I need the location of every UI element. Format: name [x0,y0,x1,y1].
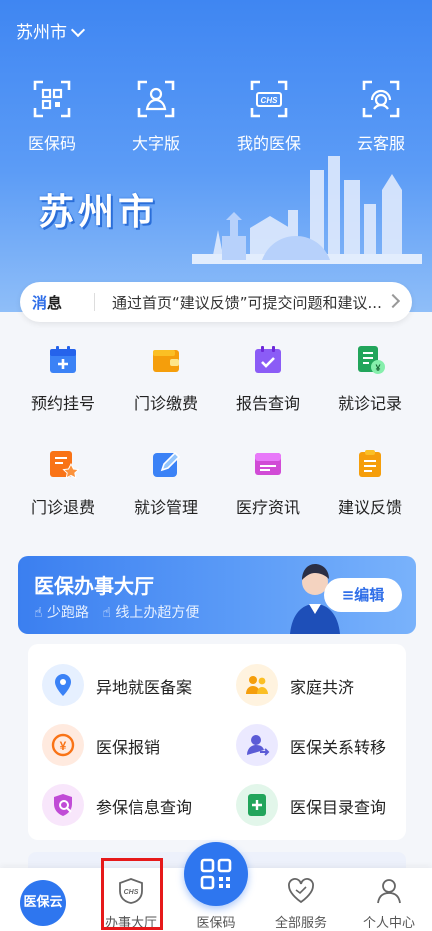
home-logo-button[interactable]: 医保云 [20,880,66,926]
grid-item-report[interactable]: 报告查询 [216,344,320,414]
shield-search-icon[interactable] [52,793,76,817]
refund-star-icon[interactable] [47,448,79,480]
user-icon[interactable] [376,878,402,904]
grid-item-label[interactable]: 就诊管理 [134,498,198,517]
highlight-box [101,858,163,930]
center-qr-label[interactable]: 医保码 [176,912,256,931]
svg-text:CHS: CHS [261,96,279,105]
grid-item-label[interactable]: 预约挂号 [31,394,95,413]
grid-item-label[interactable]: 报告查询 [236,394,300,413]
news-icon[interactable] [252,448,284,480]
tab-all-services[interactable]: 全部服务 [258,868,344,931]
svg-text:¥: ¥ [375,363,380,373]
city-name[interactable]: 苏州市 [16,23,67,43]
customer-service-icon[interactable] [360,78,402,120]
svg-text:¥: ¥ [60,739,67,753]
tab-profile[interactable]: 个人中心 [346,868,432,931]
user-transfer-icon[interactable] [246,733,270,757]
notice-bar[interactable]: 消息 通过首页“建议反馈”可提交问题和建议... [20,282,412,322]
family-icon[interactable] [245,674,269,696]
wallet-icon[interactable] [150,344,182,376]
heart-icon[interactable] [287,878,315,904]
quick-action-customer-service[interactable]: 云客服 [336,78,426,154]
grid-item-appointment[interactable]: 预约挂号 [11,344,115,414]
grid-item-label[interactable]: 医疗资讯 [236,498,300,517]
record-yen-icon[interactable]: ¥ [354,344,386,376]
quick-action-label[interactable]: 医保码 [28,134,76,153]
grid-item-refund[interactable]: 门诊退费 [11,448,115,518]
grid-item-label[interactable]: 就诊记录 [338,394,402,413]
grid-item-outpatient-payment[interactable]: 门诊缴费 [114,344,218,414]
center-qr-button[interactable] [184,842,248,906]
quick-action-large-text[interactable]: 大字版 [111,78,201,154]
grid-item-label[interactable]: 门诊缴费 [134,394,198,413]
city-skyline-illustration [192,156,422,264]
tab-home[interactable]: 医保云 [0,868,86,931]
divider [94,293,95,311]
grid-item-visit-management[interactable]: 就诊管理 [114,448,218,518]
feedback-icon[interactable] [354,448,386,480]
quick-action-qr-code[interactable]: 医保码 [7,78,97,154]
edit-document-icon[interactable] [150,448,182,480]
city-selector[interactable]: 苏州市 [16,18,86,43]
chevron-down-icon[interactable] [70,22,86,38]
grid-item-visit-records[interactable]: ¥ 就诊记录 [318,344,422,414]
quick-action-my-insurance[interactable]: CHS 我的医保 [224,78,314,154]
grid-item-feedback[interactable]: 建议反馈 [318,448,422,518]
hall-title: 医保办事大厅 [34,574,154,598]
qr-code-icon[interactable] [200,858,232,890]
catalog-icon[interactable] [246,793,268,817]
calendar-plus-icon[interactable] [47,344,79,376]
thumbs-up-icon: ☝ [102,605,111,621]
location-pin-icon[interactable] [53,673,73,697]
quick-action-label[interactable]: 大字版 [132,134,180,153]
notice-tag: 消息 [32,294,63,312]
header-banner: 苏州市 医保码 大字版 CHS 我的医保 云客服 苏州市 [0,0,432,312]
grid-item-label[interactable]: 门诊退费 [31,498,95,517]
yen-refresh-icon[interactable]: ¥ [51,733,75,757]
insurance-hall-card: 医保办事大厅 ☝ 少跑路 ☝ 线上办超方便 ≡编辑 [18,556,416,634]
report-check-icon[interactable] [252,344,284,376]
edit-button[interactable]: ≡编辑 [324,578,402,612]
thumbs-up-icon: ☝ [34,605,43,621]
large-text-icon[interactable] [135,78,177,120]
notice-message[interactable]: 通过首页“建议反馈”可提交问题和建议... [112,292,394,313]
hall-services-panel: 异地就医备案 家庭共济 ¥ 医保报销 医保关系转移 参保信息查询 医保目录查询 [28,644,406,840]
chs-card-icon[interactable]: CHS [248,78,290,120]
qr-code-icon[interactable] [31,78,73,120]
grid-item-label[interactable]: 建议反馈 [338,498,402,517]
grid-item-medical-news[interactable]: 医疗资讯 [216,448,320,518]
banner-city-title: 苏州市 [38,191,159,233]
hall-subtitle: ☝ 少跑路 ☝ 线上办超方便 [34,605,200,621]
